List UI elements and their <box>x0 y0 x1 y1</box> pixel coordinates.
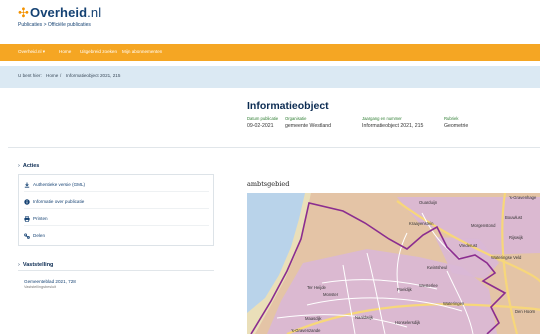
map-place-label: Den Hoorn <box>515 309 536 314</box>
map-place-label: 's-Gravenhage <box>509 195 537 200</box>
vaststelling-heading[interactable]: › Vaststelling <box>18 262 53 268</box>
nav-item-mijn-abonnementen[interactable]: Mijn abonnementen <box>122 49 162 54</box>
share-icon <box>24 233 30 239</box>
map-place-label: Ter Heijde <box>307 285 327 290</box>
action-print-label: Printen <box>33 216 48 221</box>
breadcrumb-prefix: U bent hier: <box>18 73 42 78</box>
actions-heading[interactable]: › Acties <box>18 163 39 169</box>
meta-value-jaargang: Informatieobject 2021, 215 <box>362 123 424 129</box>
map-place-label: Wateringen <box>443 301 465 306</box>
map-place-label: Maasdijk <box>305 316 322 321</box>
logo-tld: .nl <box>87 5 102 20</box>
info-icon <box>24 199 30 205</box>
map-place-label: Bouwlust <box>505 215 523 220</box>
map-title: ambtsgebied <box>247 180 290 188</box>
vaststelling-link[interactable]: Gemeenteblad 2021, 728 <box>24 279 76 284</box>
meta-label-jaargang: Jaargang en nummer <box>362 116 402 121</box>
map-viewer[interactable]: Ter Heijde Monster Poeldijk Wateringen Naald… <box>247 193 540 334</box>
actions-heading-label: Acties <box>22 163 40 169</box>
logo-name: Overheid <box>30 5 88 20</box>
map-place-label: 's-Gravenzande <box>291 328 321 333</box>
action-print[interactable]: Printen <box>24 213 209 226</box>
breadcrumb-current: Informatieobject 2021, 215 <box>66 73 121 78</box>
breadcrumb-separator: / <box>60 73 62 78</box>
page-title: Informatieobject <box>247 100 329 112</box>
meta-label-rubriek: Rubriek <box>444 116 459 121</box>
meta-value-datum: 09-02-2021 <box>247 123 274 129</box>
map-place-label: Honselersdijk <box>395 320 421 325</box>
logo-mark-icon: ✣ <box>18 5 29 20</box>
map-place-label: Poeldijk <box>397 287 413 292</box>
breadcrumb-home[interactable]: Home <box>46 73 58 78</box>
meta-value-organisatie: gemeente Westland <box>285 123 332 129</box>
action-download-gml-label: Authentieke versie (GML) <box>33 182 86 187</box>
map-place-label: Vrederust <box>459 243 478 248</box>
section-divider <box>8 147 540 148</box>
map-place-label: Naaldwijk <box>355 315 374 320</box>
map-place-label: Kwintsheul <box>427 265 447 270</box>
download-icon <box>24 182 30 188</box>
vaststelling-sublabel: Vaststellingsbesluit <box>24 285 57 289</box>
map-place-label: Kraayenstein <box>409 221 434 226</box>
breadcrumb: U bent hier: Home / Informatieobject 202… <box>0 66 540 88</box>
action-share-label: Delen <box>33 233 46 238</box>
nav-item-overheid[interactable]: Overheid.nl ▾ <box>18 49 45 55</box>
actions-panel: Authentieke versie (GML) Informatie over… <box>18 174 214 246</box>
site-logo[interactable]: ✣Overheid.nl <box>18 5 101 21</box>
site-subtitle: Publicaties > Officiële publicaties <box>18 22 91 28</box>
chevron-right-icon: › <box>18 262 20 268</box>
map-place-label: Morgenstond <box>471 223 496 228</box>
map-place-label: Ouarduijn <box>419 200 438 205</box>
action-share[interactable]: Delen <box>24 230 209 243</box>
map-place-label: Westerlee <box>419 283 438 288</box>
site-header: ✣Overheid.nl Publicaties > Officiële pub… <box>0 0 540 44</box>
action-info-publicatie[interactable]: Informatie over publicatie <box>24 196 209 209</box>
nav-item-uitgebreid-zoeken[interactable]: Uitgebreid zoeken <box>80 49 117 54</box>
meta-label-datum: Datum publicatie <box>247 116 279 121</box>
vaststelling-divider <box>18 270 214 271</box>
meta-value-rubriek: Geometrie <box>444 123 469 129</box>
vaststelling-heading-label: Vaststelling <box>22 262 54 268</box>
map-place-label: Monster <box>323 292 339 297</box>
map-place-label: Rijswijk <box>509 235 524 240</box>
main-navigation: Overheid.nl ▾ Home Uitgebreid zoeken Mij… <box>0 44 540 61</box>
action-info-publicatie-label: Informatie over publicatie <box>33 199 85 204</box>
print-icon <box>24 216 30 222</box>
nav-item-home[interactable]: Home <box>59 49 71 54</box>
map-place-label: Wateringse Veld <box>491 255 522 260</box>
chevron-right-icon: › <box>18 163 20 169</box>
meta-label-organisatie: Organisatie <box>285 116 307 121</box>
action-download-gml[interactable]: Authentieke versie (GML) <box>24 179 209 192</box>
